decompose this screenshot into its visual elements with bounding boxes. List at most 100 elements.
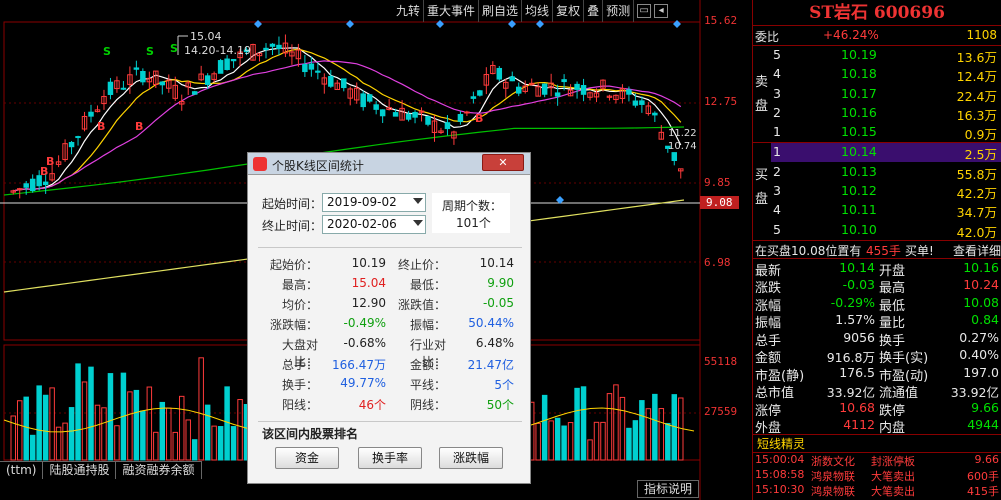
down-volume-bar (554, 417, 561, 461)
order-ratio-value: +46.24% (823, 28, 879, 42)
news-item[interactable]: 15:08:58 鸿泉物联 大笔卖出 600手 (753, 468, 1001, 483)
stat-row: 金额 916.8万 换手(实) 0.40% (753, 346, 1001, 366)
tab-ttm[interactable]: (ttm) (0, 461, 44, 479)
rank-by-change-button[interactable]: 涨跌幅 (439, 447, 503, 469)
stat-row: 市盈(静) 176.5 市盈(动) 197.0 (753, 364, 1001, 384)
up-candle (464, 111, 470, 114)
menu-arrow-icon[interactable]: ◂ (654, 4, 669, 18)
toolbar-refresh-watchlist[interactable]: 刷自选 (479, 0, 523, 22)
down-volume-bar (652, 393, 658, 461)
tab-margin-balance[interactable]: 融资融券余额 (116, 461, 202, 479)
sell-marker: S (146, 45, 154, 58)
order-price: 10.18 (841, 66, 877, 82)
rank-by-turnover-button[interactable]: 换手率 (358, 447, 422, 469)
up-volume-bar (606, 393, 613, 461)
buy-side-label: 买盘 (755, 168, 769, 207)
toolbar-moving-average[interactable]: 均线 (522, 0, 554, 22)
buy-order-row[interactable]: 1 10.14 2.5万 (753, 143, 1001, 163)
down-volume-bar (140, 410, 146, 461)
kline-range-stats-dialog: 个股K线区间统计 ✕ 起始时间： 2019-09-02 终止时间： 2020-0… (247, 152, 531, 484)
range-stat-value: 50个 (486, 398, 514, 412)
sell-order-row[interactable]: 1 10.15 0.9万 (753, 123, 1001, 142)
order-level: 2 (773, 163, 781, 179)
toolbar-forecast[interactable]: 预测 (603, 0, 635, 22)
event-marker-icon (346, 20, 354, 28)
order-level: 3 (773, 183, 781, 199)
up-volume-bar (185, 419, 191, 461)
stat-value: 4112 (843, 417, 875, 433)
indicator-help-button[interactable]: 指标说明 (637, 480, 699, 498)
sell-marker: S (170, 42, 178, 55)
start-time-label: 起始时间： (262, 197, 323, 211)
up-volume-bar (81, 381, 88, 461)
up-volume-bar (16, 400, 23, 461)
down-candle (373, 104, 379, 110)
view-details-link[interactable]: 查看详细 (953, 242, 1001, 259)
down-candle (671, 152, 678, 162)
period-count-label: 周期个数： (442, 199, 503, 213)
order-qty: 13.6万 (956, 50, 997, 65)
down-candle (23, 183, 29, 188)
stat-row: 最新 10.14 开盘 10.16 (753, 259, 1001, 279)
restore-window-icon[interactable]: ▭ (637, 4, 652, 18)
short-line-elf-title[interactable]: 短线精灵 (753, 435, 1001, 453)
end-time-label: 终止时间： (262, 219, 323, 233)
end-date-select[interactable]: 2020-02-06 (322, 215, 426, 234)
buy-order-row[interactable]: 2 10.13 55.8万 (753, 163, 1001, 182)
toolbar-major-events[interactable]: 重大事件 (424, 0, 480, 22)
down-candle (107, 81, 114, 95)
buy-order-row[interactable]: 4 10.11 34.7万 (753, 201, 1001, 220)
news-item[interactable]: 15:00:04 浙数文化 封涨停板 9.66 (753, 453, 1001, 468)
order-qty: 22.4万 (956, 88, 997, 104)
buy-marker: B (46, 155, 54, 168)
order-qty: 0.9万 (964, 127, 997, 143)
stat-value: 10.68 (839, 399, 875, 415)
stat-value: 1.57% (835, 312, 875, 328)
up-volume-bar (211, 425, 217, 461)
news-item[interactable]: 15:10:30 鸿泉物联 大笔卖出 415手 (753, 483, 1001, 498)
order-price: 10.15 (841, 124, 877, 140)
down-candle (191, 91, 198, 95)
down-candle (392, 112, 399, 117)
toolbar-overlay[interactable]: 叠 (584, 0, 604, 22)
close-button[interactable]: ✕ (482, 154, 524, 171)
order-qty: 42.0万 (956, 224, 997, 240)
down-candle (224, 58, 230, 70)
chevron-down-icon (413, 220, 423, 226)
peak-range-label: 14.20-14.19 (184, 44, 251, 57)
dialog-titlebar[interactable]: 个股K线区间统计 ✕ (248, 153, 530, 175)
range-stat-label: 终止价： (397, 258, 446, 272)
start-date-select[interactable]: 2019-09-02 (322, 193, 426, 212)
stat-value: 10.24 (963, 277, 999, 293)
range-stat-label: 涨跌幅： (269, 318, 318, 332)
sell-order-row[interactable]: 5 10.19 13.6万 (753, 46, 1001, 65)
tab-northbound-holdings[interactable]: 陆股通持股 (43, 461, 117, 479)
rank-by-capital-button[interactable]: 资金 (275, 447, 339, 469)
up-volume-bar (127, 391, 133, 461)
peak-price-label: 15.04 (190, 30, 222, 43)
down-volume-bar (88, 366, 94, 461)
down-volume-bar (541, 394, 548, 461)
toolbar-jiuzhuan[interactable]: 九转 (393, 0, 425, 22)
down-volume-bar (133, 389, 140, 461)
up-volume-bar (535, 422, 541, 461)
down-volume-bar (561, 425, 567, 461)
ranking-label: 该区间内股票排名 (262, 427, 359, 441)
sell-order-row[interactable]: 3 10.17 22.4万 (753, 85, 1001, 104)
down-volume-bar (665, 422, 671, 461)
sell-order-row[interactable]: 4 10.18 12.4万 (753, 65, 1001, 84)
toolbar-adjust-rights[interactable]: 复权 (553, 0, 585, 22)
down-candle (360, 93, 366, 108)
order-ratio-row: 委比 +46.24% 1108 (753, 26, 1001, 46)
range-stat-label: 最低： (409, 278, 446, 292)
sell-order-row[interactable]: 2 10.16 16.3万 (753, 104, 1001, 123)
down-candle (425, 116, 431, 125)
range-stat-value: 6.48% (475, 336, 514, 350)
down-volume-bar (580, 386, 587, 461)
volume-axis-label: 55118 (704, 355, 738, 368)
buy-order-row[interactable]: 3 10.12 42.2万 (753, 182, 1001, 201)
down-candle (315, 70, 321, 73)
news-stock: 浙数文化 (811, 454, 855, 468)
buy-order-row[interactable]: 5 10.10 42.0万 (753, 221, 1001, 240)
down-candle (626, 89, 632, 95)
